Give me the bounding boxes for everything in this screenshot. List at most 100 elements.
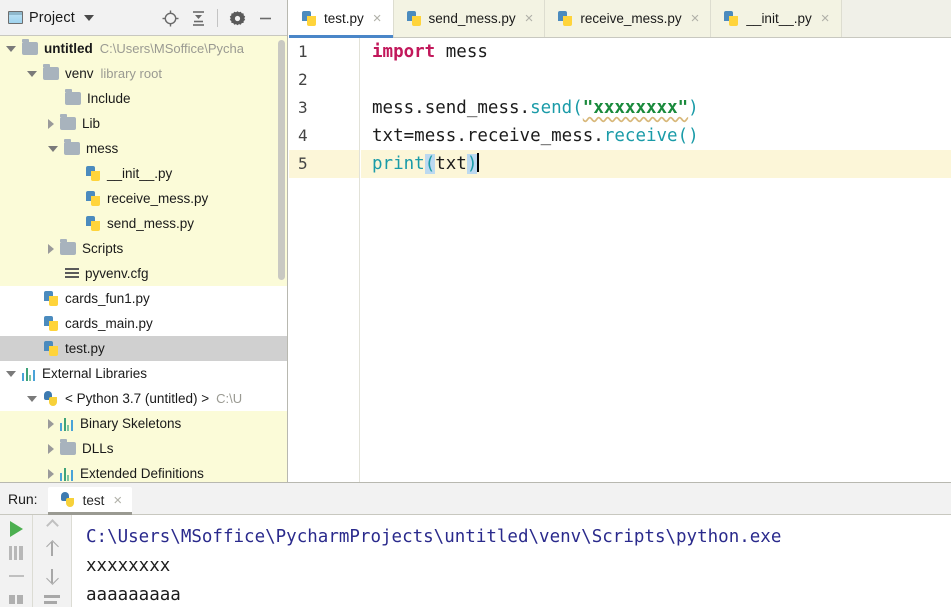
editor-tab-bar: test.py × send_mess.py × receive_mess.py × __i… (289, 0, 951, 38)
tree-row-pyvenv-cfg[interactable]: pyvenv.cfg (0, 261, 287, 286)
triangle-right-icon[interactable] (48, 468, 54, 479)
tree-row-untitled[interactable]: untitled C:\Users\MSoffice\Pycha (0, 36, 287, 61)
print-button[interactable] (5, 593, 27, 607)
code-line[interactable]: txt=mess.receive_mess.receive() (361, 122, 951, 150)
tree-row-init-py[interactable]: __init__.py (0, 161, 287, 186)
tree-row-cards-fun1-py[interactable]: cards_fun1.py (0, 286, 287, 311)
line-number[interactable]: 1 (289, 38, 359, 66)
tree-row-python-3-7-untitled[interactable]: < Python 3.7 (untitled) > C:\U (0, 386, 287, 411)
line-number[interactable]: 4 (289, 122, 359, 150)
run-console-output[interactable]: C:\Users\MSoffice\PycharmProjects\untitl… (72, 515, 951, 607)
tree-row-binary-skeletons[interactable]: Binary Skeletons (0, 411, 287, 436)
close-icon[interactable]: × (113, 493, 122, 508)
tree-row-mess[interactable]: mess (0, 136, 287, 161)
tree-row-label: Scripts (82, 241, 124, 256)
identifier-token: mess (445, 42, 488, 62)
tree-row-label: Binary Skeletons (80, 416, 182, 431)
editor-tab-test-py[interactable]: test.py × (289, 0, 394, 38)
tree-row-label: pyvenv.cfg (85, 266, 149, 281)
close-icon[interactable]: × (691, 11, 700, 26)
triangle-down-icon[interactable] (6, 45, 16, 52)
tree-row-receive-mess-py[interactable]: receive_mess.py (0, 186, 287, 211)
hide-panel-icon[interactable] (251, 4, 279, 32)
scroll-up-button[interactable] (41, 541, 63, 557)
punct-token: = (403, 126, 415, 146)
close-icon[interactable]: × (373, 11, 382, 26)
tree-row-external-libraries[interactable]: External Libraries (0, 361, 287, 386)
line-number[interactable]: 3 (289, 94, 359, 122)
tree-row-label: cards_fun1.py (65, 291, 150, 306)
run-panel-label: Run: (8, 491, 38, 507)
project-tree[interactable]: untitled C:\Users\MSoffice\Pycha venv libra… (0, 36, 287, 482)
tree-row-sublabel: library root (100, 66, 162, 81)
tree-row-label: Lib (82, 116, 101, 131)
tree-row-extended-definitions[interactable]: Extended Definitions (0, 461, 287, 482)
project-panel: Project untitled C:\Users\MSoffice\Pycha… (0, 0, 288, 482)
stop-button[interactable] (5, 546, 27, 561)
editor-tab-receive-mess-py[interactable]: receive_mess.py × (545, 0, 712, 37)
arrow-spacer (69, 193, 80, 204)
tree-row-label: External Libraries (42, 366, 148, 381)
code-line[interactable] (361, 66, 951, 94)
punct-token: . (593, 126, 604, 146)
tree-row-dlls[interactable]: DLLs (0, 436, 287, 461)
library-bars-icon (60, 417, 74, 431)
collapse-all-icon[interactable] (184, 4, 212, 32)
code-line[interactable]: print(txt) (361, 150, 951, 178)
triangle-right-icon[interactable] (48, 443, 54, 454)
rerun-button[interactable] (5, 521, 27, 537)
tree-row-label: test.py (65, 341, 105, 356)
tree-row-label: Extended Definitions (80, 466, 204, 481)
triangle-right-icon[interactable] (48, 118, 54, 129)
editor-tab-label: __init__.py (746, 11, 812, 26)
editor-tab-label: test.py (324, 11, 364, 26)
function-token: print (372, 154, 425, 174)
tree-row-cards-main-py[interactable]: cards_main.py (0, 311, 287, 336)
tree-row-label: untitled (44, 41, 93, 56)
identifier-token: txt (435, 154, 467, 174)
locate-target-icon[interactable] (156, 4, 184, 32)
tree-row-venv[interactable]: venv library root (0, 61, 287, 86)
editor-tab-label: receive_mess.py (580, 11, 682, 26)
triangle-right-icon[interactable] (48, 418, 54, 429)
tab-bar-empty-area (841, 0, 951, 37)
tree-row-include[interactable]: Include (0, 86, 287, 111)
punct-token (435, 42, 446, 62)
line-number[interactable]: 5 (289, 150, 359, 178)
function-token: send (530, 98, 573, 118)
line-number[interactable]: 2 (289, 66, 359, 94)
tree-row-test-py[interactable]: test.py (0, 336, 287, 361)
triangle-right-icon[interactable] (48, 243, 54, 254)
close-icon[interactable]: × (821, 11, 830, 26)
console-output-line: aaaaaaaaa (86, 585, 181, 605)
editor-tab-init-py[interactable]: __init__.py × (711, 0, 842, 37)
folder-icon (60, 114, 76, 130)
code-line[interactable]: import mess (361, 38, 951, 66)
paren-token: ( (677, 126, 689, 146)
triangle-down-icon[interactable] (6, 370, 16, 377)
tree-row-lib[interactable]: Lib (0, 111, 287, 136)
close-icon[interactable]: × (525, 11, 534, 26)
editor-code-content[interactable]: import mess mess.send_mess.send("xxxxxxxx… (361, 38, 951, 482)
triangle-down-icon[interactable] (27, 395, 37, 402)
editor-gutter[interactable]: 12345 (289, 38, 360, 482)
tree-row-send-mess-py[interactable]: send_mess.py (0, 211, 287, 236)
chevron-up-small-icon[interactable] (41, 519, 63, 532)
project-tree-scrollbar[interactable] (278, 40, 285, 280)
soft-wrap-button[interactable] (41, 595, 63, 607)
punct-token: . (414, 98, 425, 118)
scroll-down-button[interactable] (41, 568, 63, 584)
triangle-down-icon[interactable] (48, 145, 58, 152)
tree-row-sublabel: C:\Users\MSoffice\Pycha (99, 41, 245, 56)
folder-icon (60, 239, 76, 255)
run-tab-test[interactable]: test × (47, 487, 133, 515)
code-editor[interactable]: 12345 import mess mess.send_mess.send("xx… (289, 38, 951, 482)
settings-gear-icon[interactable] (223, 4, 251, 32)
code-line[interactable]: mess.send_mess.send("xxxxxxxx") (361, 94, 951, 122)
triangle-down-icon[interactable] (27, 70, 37, 77)
editor-tab-send-mess-py[interactable]: send_mess.py × (393, 0, 546, 37)
tree-row-label: __init__.py (107, 166, 173, 181)
project-title-group[interactable]: Project (0, 10, 94, 26)
chevron-down-icon[interactable] (83, 14, 94, 21)
tree-row-scripts[interactable]: Scripts (0, 236, 287, 261)
